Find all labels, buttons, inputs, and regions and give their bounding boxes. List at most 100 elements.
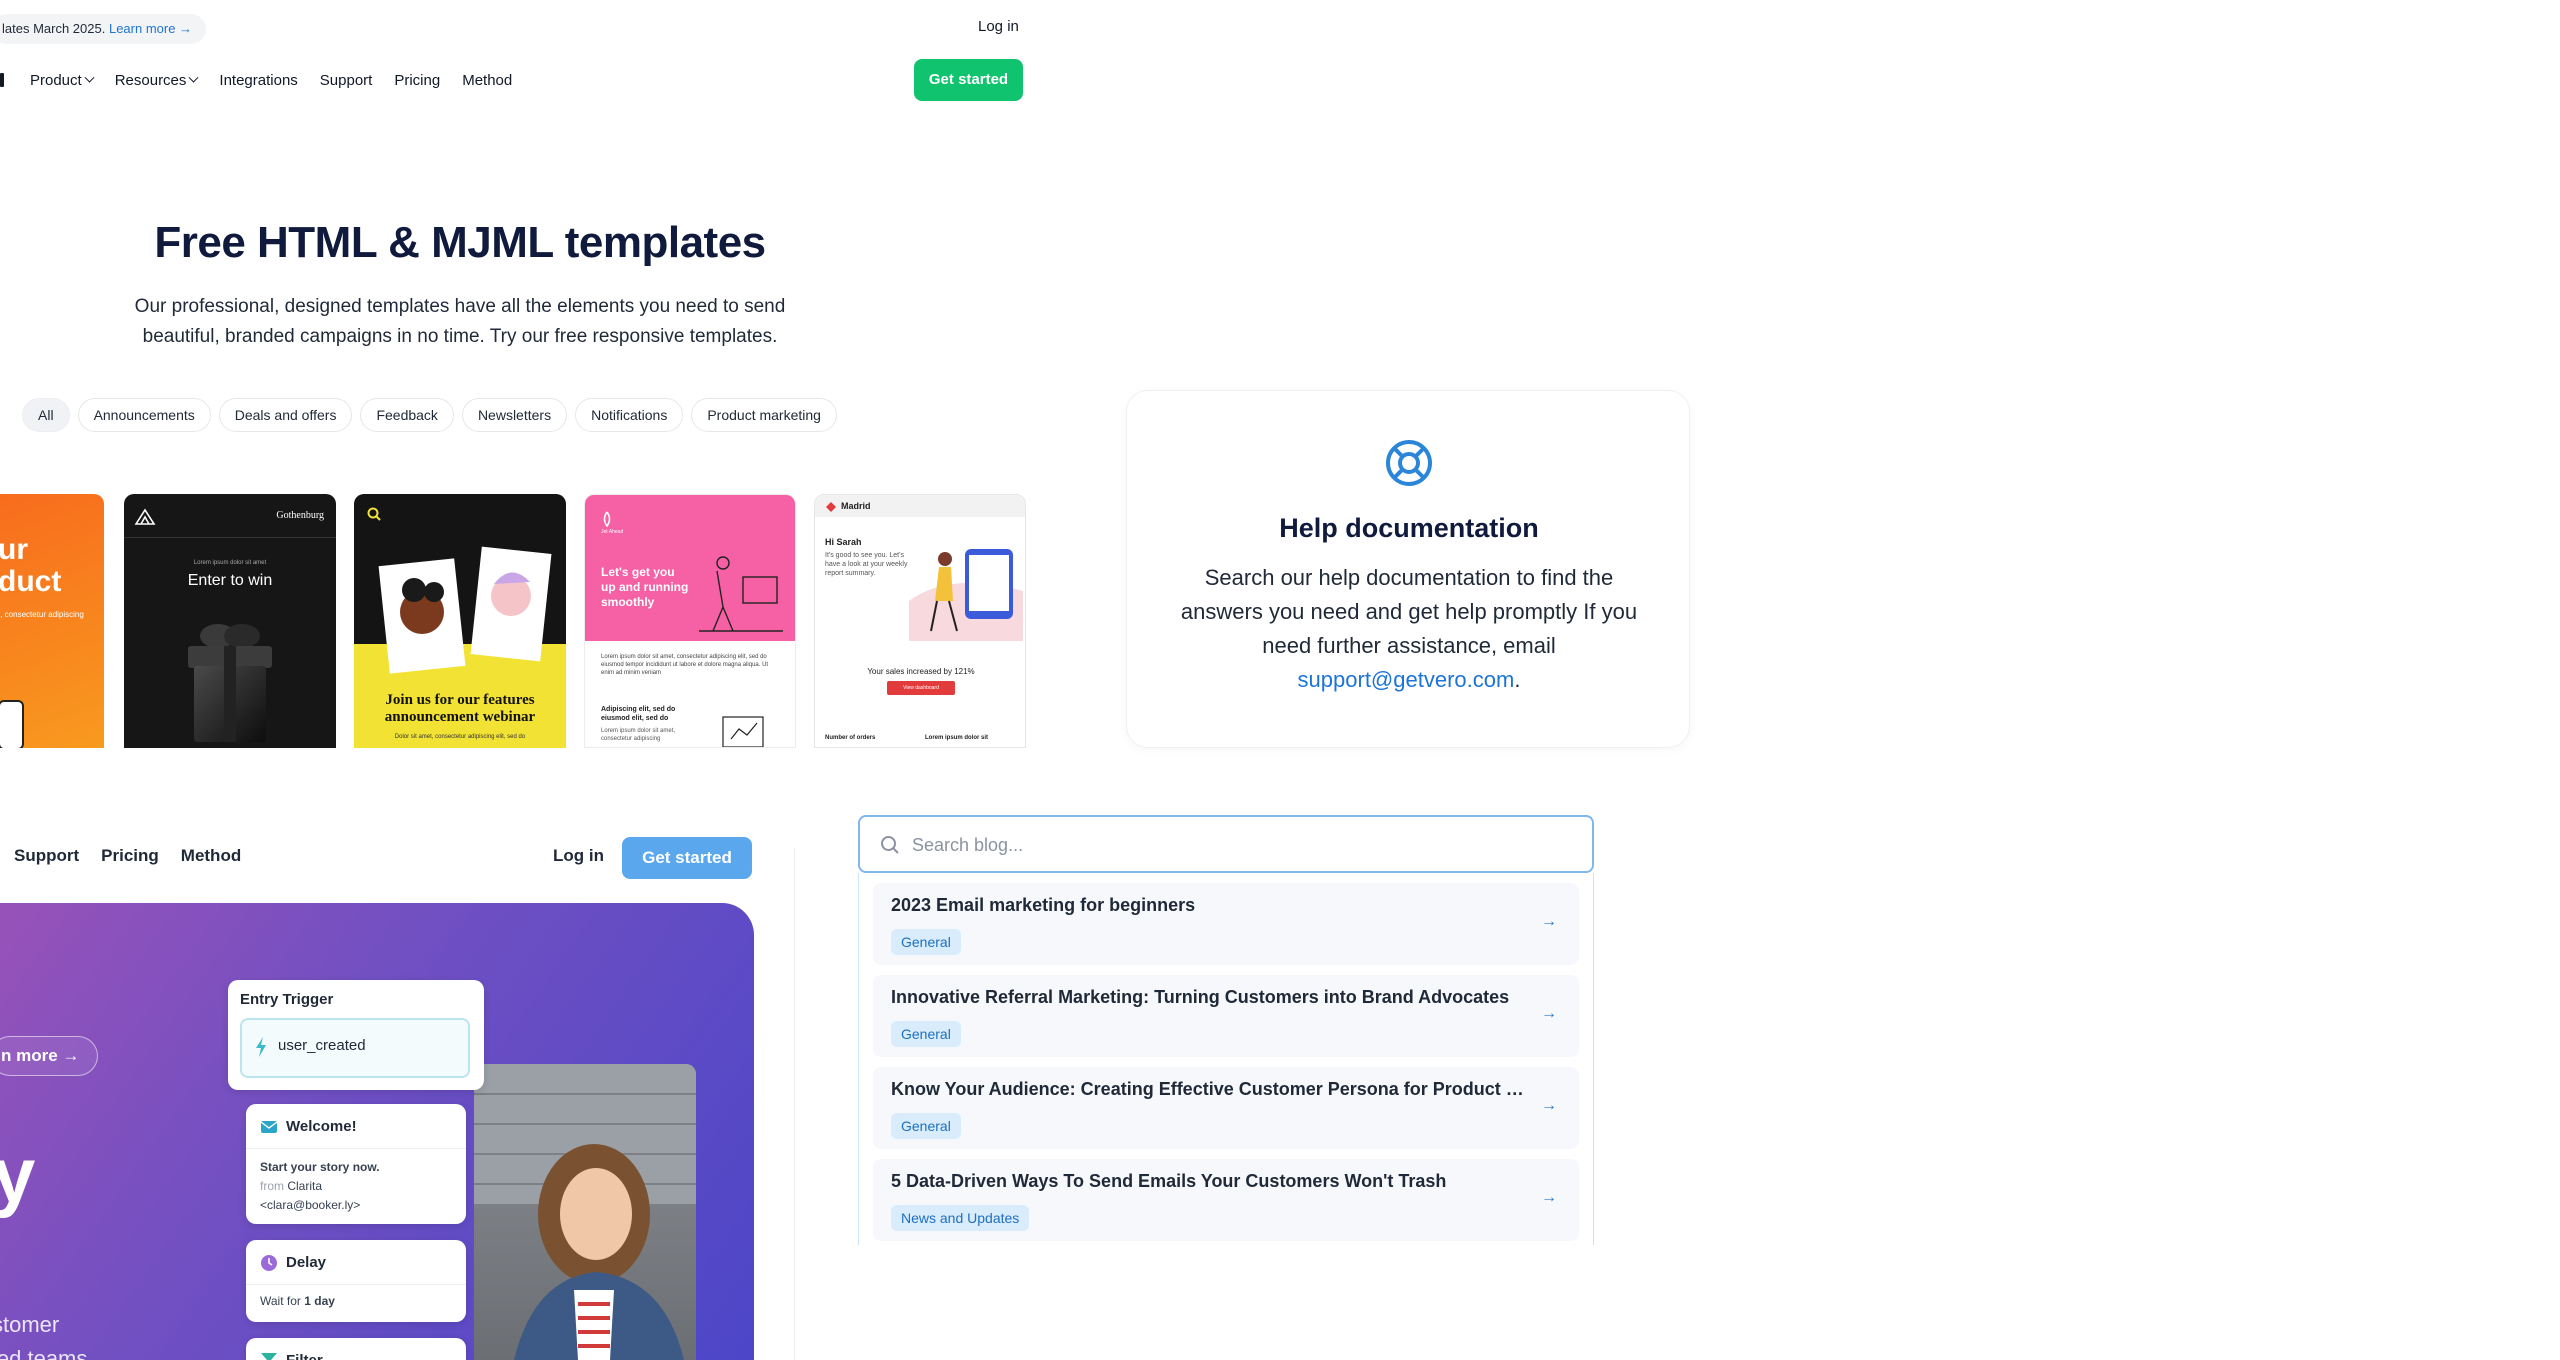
template-greeting: Hi Sarah	[825, 537, 862, 547]
arrow-right-icon: →	[1541, 1189, 1557, 1206]
template-small-text: Lorem ipsum dolor sit amet, consectetur …	[601, 728, 676, 742]
blog-result-title: 5 Data-Driven Ways To Send Emails Your C…	[891, 1171, 1447, 1191]
blog-result-item[interactable]: Know Your Audience: Creating Effective C…	[873, 1067, 1579, 1149]
entry-trigger-card[interactable]: Entry Trigger user_created	[228, 980, 484, 1090]
vertical-divider	[794, 848, 795, 1360]
blog-result-tag: News and Updates	[891, 1205, 1030, 1231]
blog-result-item[interactable]: 5 Data-Driven Ways To Send Emails Your C…	[873, 1159, 1579, 1241]
template-brand: Madrid	[841, 501, 871, 511]
get-started-button[interactable]: Get started	[914, 59, 1023, 101]
arrow-right-icon: →	[1541, 1097, 1557, 1114]
blog-result-item[interactable]: 2023 Email marketing for beginners Gener…	[873, 883, 1579, 965]
woman-photo	[474, 1064, 696, 1360]
template-headline: ur duct	[0, 533, 62, 598]
template-card-jet-ahead[interactable]: Jet Ahead Let's get you up and running s…	[584, 494, 796, 748]
phone-illustration	[0, 700, 24, 748]
filter-icon	[261, 1353, 277, 1360]
nav2-item-support[interactable]: Support	[14, 846, 79, 866]
blog-result-title: Innovative Referral Marketing: Turning C…	[891, 987, 1510, 1007]
welcome-title: Welcome!	[286, 1118, 357, 1135]
filter-announcements[interactable]: Announcements	[77, 398, 211, 432]
nav2-item-method[interactable]: Method	[181, 846, 241, 866]
nav-item-support[interactable]: Support	[320, 72, 373, 89]
nav2-item-pricing[interactable]: Pricing	[101, 846, 159, 866]
filter-feedback[interactable]: Feedback	[360, 398, 454, 432]
nav-logo-edge[interactable]	[0, 73, 4, 87]
blog-search-input[interactable]	[912, 831, 1512, 859]
blog-result-item[interactable]: Innovative Referral Marketing: Turning C…	[873, 975, 1579, 1057]
filter-all[interactable]: All	[22, 398, 70, 432]
main-nav: Product Resources Integrations Support P…	[0, 68, 534, 92]
team-illustration	[699, 556, 783, 632]
filter-card[interactable]: Filter	[246, 1338, 466, 1360]
template-sales-text: Your sales increased by 121%	[867, 667, 975, 676]
envelope-icon	[260, 1121, 278, 1133]
template-card-gothenburg[interactable]: Gothenburg Lorem ipsum dolor sit amet En…	[124, 494, 336, 748]
template-small-text: Dolor sit amet, consectetur adipiscing e…	[394, 734, 526, 740]
entry-trigger-label: Entry Trigger	[240, 991, 334, 1008]
blog-result-tag: General	[891, 929, 961, 955]
secondary-login-link[interactable]: Log in	[553, 846, 604, 866]
filter-title: Filter	[286, 1352, 323, 1360]
template-small-text: t, consectetur adipiscing	[0, 610, 84, 619]
lifebuoy-icon	[1386, 440, 1432, 486]
support-email-link[interactable]: support@getvero.com	[1298, 667, 1515, 692]
chevron-down-icon	[188, 72, 199, 83]
nav-item-method[interactable]: Method	[462, 72, 512, 89]
delay-card[interactable]: Delay Wait for 1 day	[246, 1240, 466, 1322]
blog-result-title: Know Your Audience: Creating Effective C…	[891, 1079, 1531, 1099]
arrow-right-icon: →	[1541, 913, 1557, 930]
clock-icon	[261, 1255, 277, 1271]
logo-icon	[134, 508, 156, 525]
page-subtitle: Our professional, designed templates hav…	[134, 296, 786, 347]
nav-item-integrations[interactable]: Integrations	[219, 72, 297, 89]
arrow-right-icon: →	[1541, 1005, 1557, 1022]
blog-search-results: 2023 Email marketing for beginners Gener…	[858, 873, 1594, 1245]
welcome-email-card[interactable]: Welcome! Start your story now. from Clar…	[246, 1104, 466, 1224]
blog-result-tag: General	[891, 1021, 961, 1047]
template-headline: Let's get you up and running smoothly	[601, 565, 689, 609]
brand-mark-icon	[826, 502, 836, 512]
welcome-body: Start your story now. from Clarita <clar…	[260, 1160, 380, 1212]
filter-deals-and-offers[interactable]: Deals and offers	[218, 398, 353, 432]
secondary-nav: Support Pricing Method	[14, 846, 241, 866]
blog-search-box[interactable]	[858, 815, 1594, 873]
login-link[interactable]: Log in	[978, 18, 1019, 35]
hero-text-fragment: stomeried teams.	[0, 1312, 94, 1360]
nav-item-product[interactable]: Product	[30, 72, 95, 89]
filter-newsletters[interactable]: Newsletters	[461, 398, 568, 432]
template-small-text: Lorem ipsum dolor sit amet	[193, 560, 267, 566]
nav-item-pricing[interactable]: Pricing	[394, 72, 440, 89]
woman-photo-illustration	[474, 1064, 696, 1360]
learn-more-pill[interactable]: n more →	[0, 1036, 99, 1076]
template-filters: All Announcements Deals and offers Feedb…	[22, 398, 837, 432]
search-icon	[881, 836, 899, 854]
lightning-icon	[256, 1037, 266, 1057]
nav-item-resources[interactable]: Resources	[115, 72, 199, 89]
template-body-text: Lorem ipsum dolor sit amet, consectetur …	[601, 654, 769, 676]
brand-mark-icon	[367, 507, 381, 521]
template-cta-button: View dashboard	[887, 681, 955, 695]
template-card-webinar[interactable]: Join us for our features announcement we…	[354, 494, 566, 748]
blog-search-widget: 2023 Email marketing for beginners Gener…	[858, 815, 1594, 1245]
chevron-down-icon	[84, 72, 95, 83]
template-headline: Enter to win	[187, 572, 273, 589]
filter-product-marketing[interactable]: Product marketing	[691, 398, 837, 432]
template-card-product[interactable]: ur duct t, consectetur adipiscing	[0, 494, 104, 748]
brand-mark-icon	[603, 511, 611, 527]
people-illustration	[378, 546, 552, 674]
delay-body: Wait for 1 day	[260, 1294, 335, 1308]
secondary-get-started-button[interactable]: Get started	[622, 837, 752, 879]
announcement-learn-more-link[interactable]: Learn more →	[109, 21, 192, 36]
template-col-label: Lorem ipsum dolor sit	[925, 735, 989, 741]
entry-trigger-value: user_created	[278, 1037, 366, 1054]
template-brand: Jet Ahead	[601, 529, 624, 535]
blog-result-title: 2023 Email marketing for beginners	[891, 895, 1196, 915]
announcement-banner: lates March 2025. Learn more →	[0, 14, 207, 44]
page-title: Free HTML & MJML templates	[154, 218, 766, 267]
template-card-madrid[interactable]: Madrid Hi Sarah It's good to see you. Le…	[814, 494, 1026, 748]
help-documentation-card: Help documentation Search our help docum…	[1126, 390, 1690, 748]
filter-notifications[interactable]: Notifications	[575, 398, 684, 432]
chart-illustration	[722, 716, 764, 747]
blog-result-tag: General	[891, 1113, 961, 1139]
